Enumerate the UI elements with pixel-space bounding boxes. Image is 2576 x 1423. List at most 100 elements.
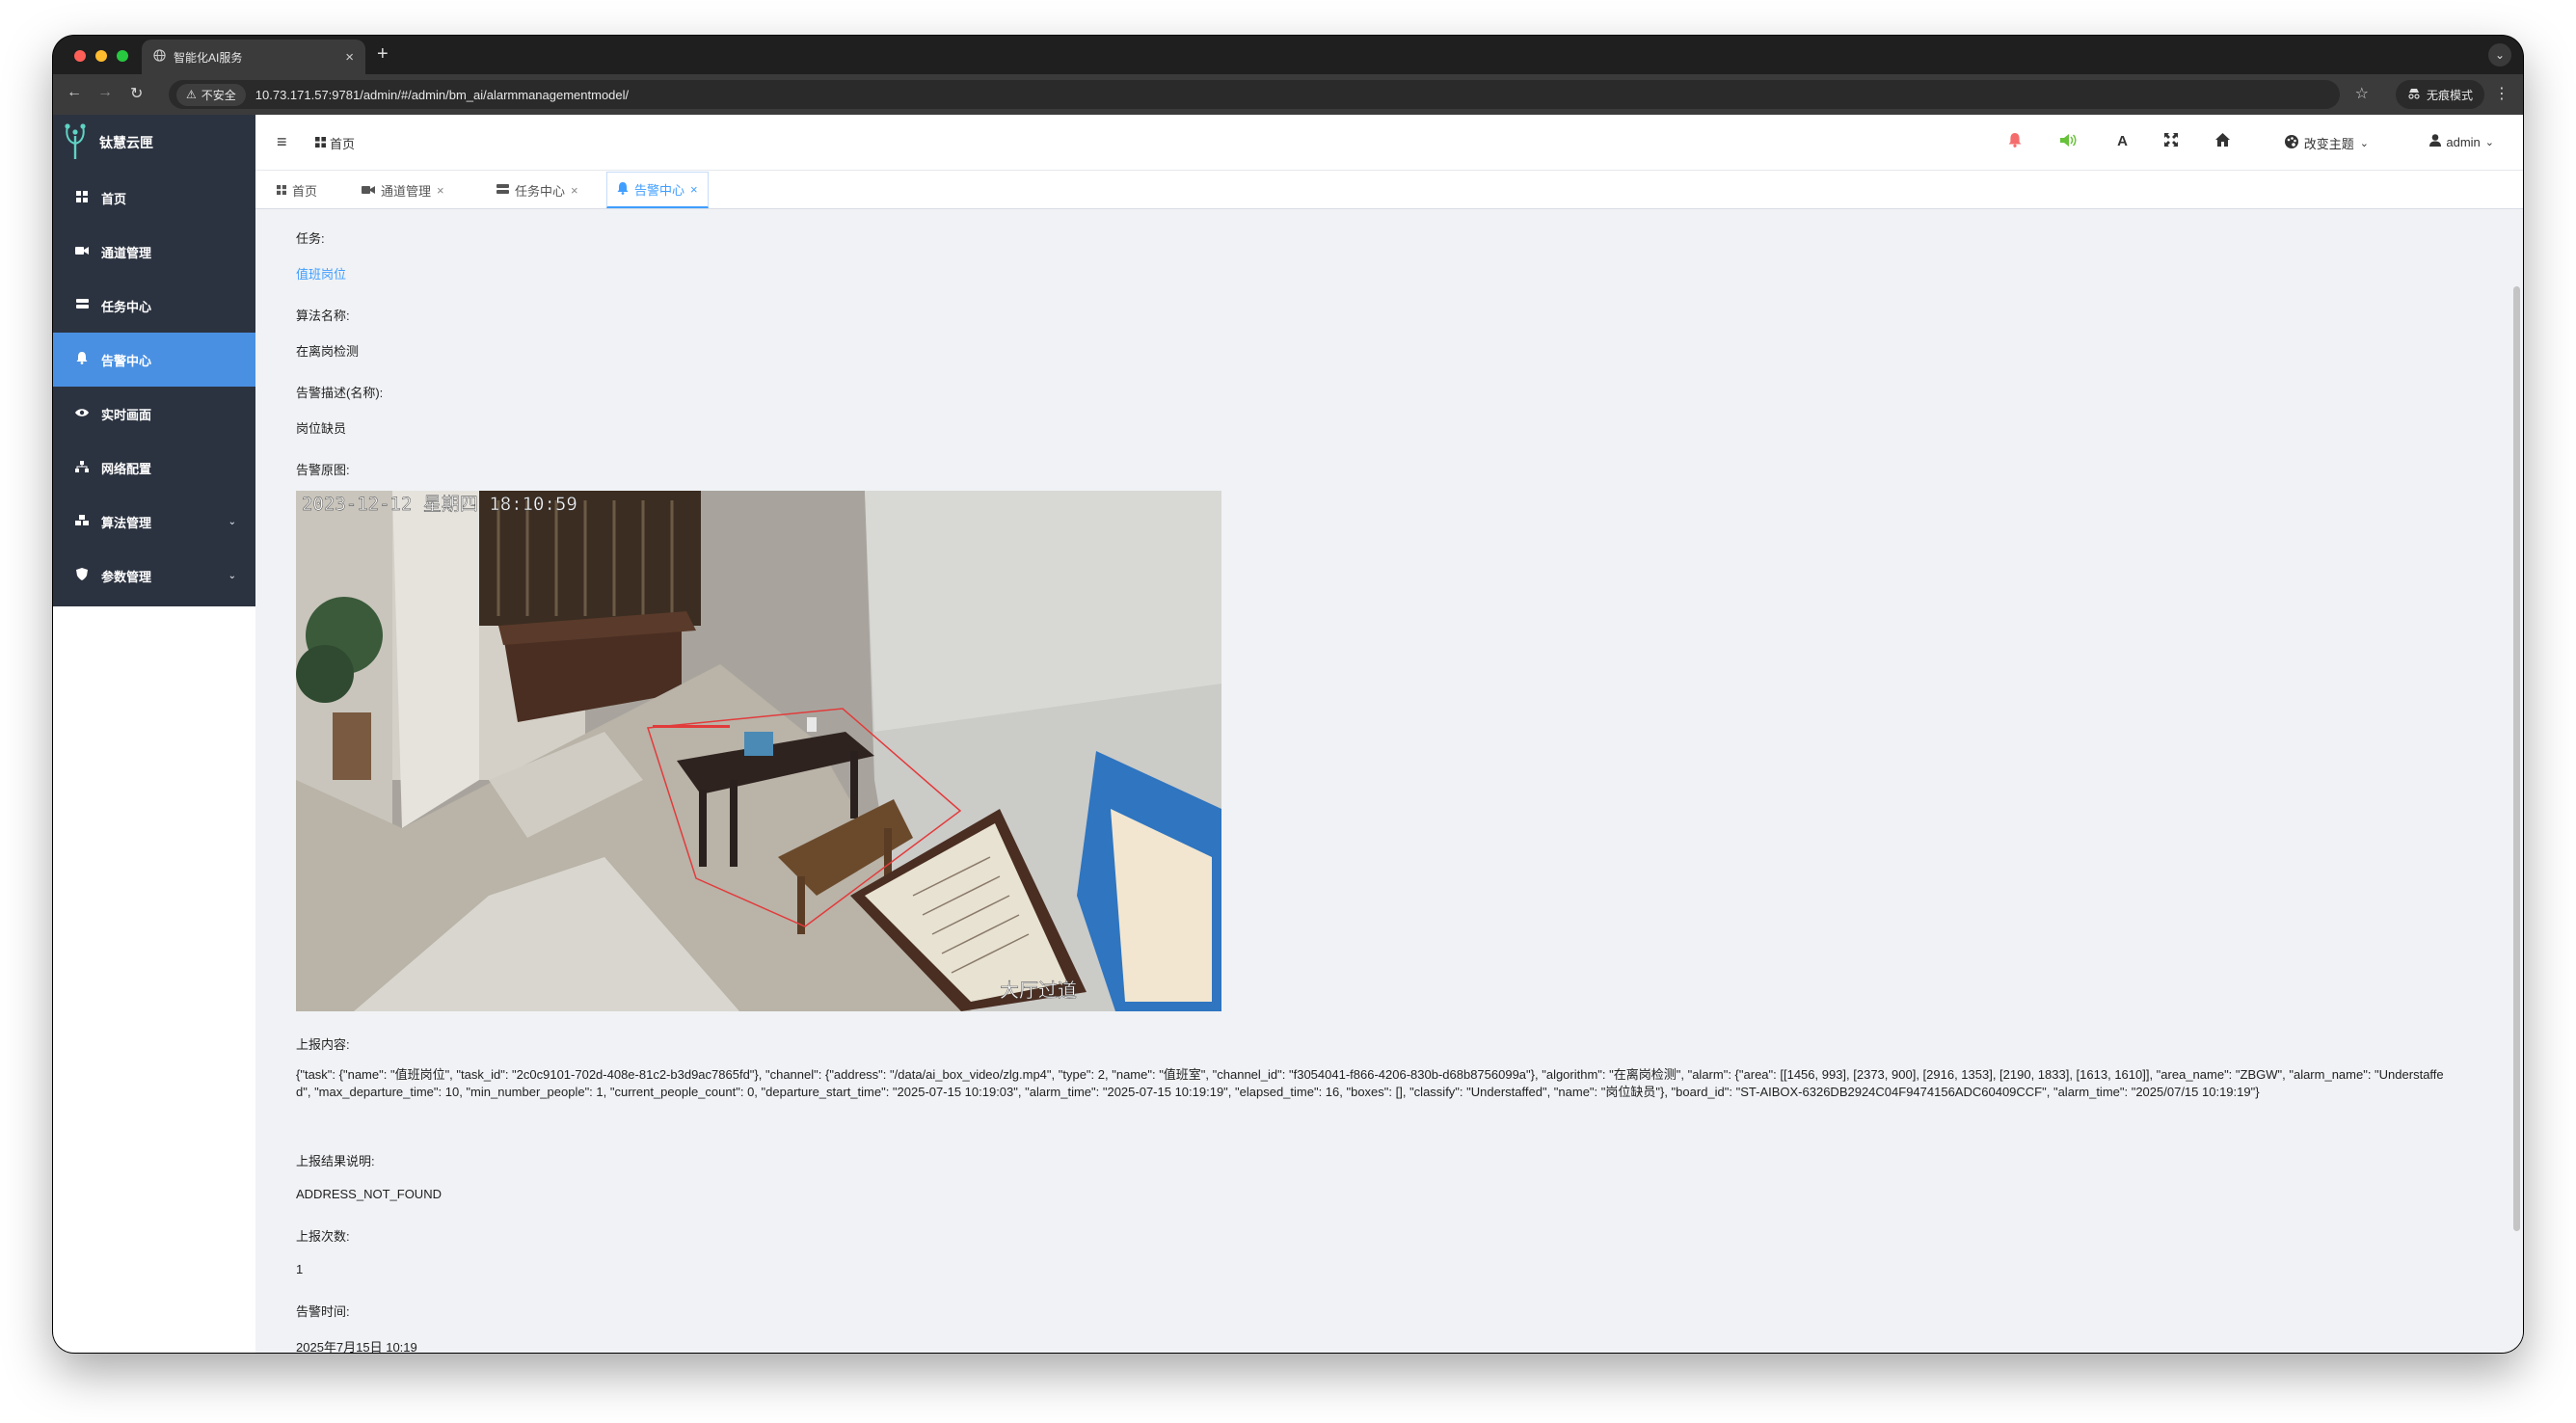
- reload-icon[interactable]: ↻: [130, 84, 143, 103]
- sidebar-item-alarms[interactable]: 告警中心: [53, 333, 255, 387]
- tab-label: 通道管理: [381, 183, 432, 199]
- sidebar-item-tasks[interactable]: 任务中心: [53, 279, 255, 333]
- alarm-time-value: 2025年7月15日 10:19: [296, 1340, 417, 1353]
- sidebar-item-home[interactable]: 首页: [53, 171, 255, 225]
- bookmark-star-icon[interactable]: ☆: [2355, 84, 2369, 103]
- image-field: 告警原图:: [296, 460, 350, 478]
- warning-icon: ⚠: [186, 88, 197, 101]
- home-icon[interactable]: [2215, 133, 2230, 150]
- brand[interactable]: 钛慧云匣: [53, 115, 255, 171]
- app-root: 钛慧云匣 首页 通道管理 任务中心 告警中心 实时画面 网络配置 算法管理 ⌄ …: [53, 115, 2523, 1353]
- maximize-window-button[interactable]: [117, 50, 128, 62]
- sidebar-item-channels[interactable]: 通道管理: [53, 225, 255, 279]
- logo-icon: [61, 122, 90, 164]
- alarm-detail: 任务: 值班岗位 算法名称: 在离岗检测 告警描述(名称): 岗位缺员 告警原图…: [255, 209, 2523, 1353]
- sidebar: 钛慧云匣 首页 通道管理 任务中心 告警中心 实时画面 网络配置 算法管理 ⌄ …: [53, 115, 255, 1353]
- report-content: {"task": {"name": "值班岗位", "task_id": "2c…: [296, 1067, 2444, 1099]
- grid-icon: [277, 183, 286, 198]
- theme-label: 改变主题: [2303, 137, 2354, 151]
- tab-tasks[interactable]: 任务中心 ×: [487, 172, 588, 208]
- chevron-down-icon: ⌄: [228, 570, 236, 581]
- minimize-window-button[interactable]: [95, 50, 107, 62]
- fullscreen-icon[interactable]: [2164, 133, 2178, 150]
- user-menu[interactable]: admin ⌄: [2429, 134, 2494, 149]
- report-field: 上报内容: {"task": {"name": "值班岗位", "task_id…: [296, 1034, 2455, 1101]
- address-bar[interactable]: ⚠ 不安全 10.73.171.57:9781/admin/#/admin/bm…: [169, 80, 2340, 109]
- breadcrumb[interactable]: 首页: [315, 134, 355, 152]
- task-link[interactable]: 值班岗位: [296, 264, 346, 282]
- close-window-button[interactable]: [74, 50, 86, 62]
- description-label: 告警描述(名称):: [296, 386, 384, 400]
- page-tabs: 首页 通道管理 × 任务中心 × 告警中心 ×: [255, 171, 2523, 209]
- result-label: 上报结果说明:: [296, 1154, 375, 1168]
- task-label: 任务:: [296, 231, 325, 246]
- incognito-indicator[interactable]: 无痕模式: [2395, 80, 2484, 109]
- sidebar-item-network[interactable]: 网络配置: [53, 441, 255, 495]
- server-icon: [74, 299, 90, 312]
- algorithm-label: 算法名称:: [296, 309, 350, 323]
- close-tab-icon[interactable]: ×: [571, 183, 578, 198]
- image-timestamp: 2023-12-12 星期四 18:10:59: [302, 494, 577, 515]
- image-caption: 大厅过道: [1000, 979, 1077, 1002]
- globe-icon: [153, 49, 166, 65]
- theme-switcher[interactable]: 改变主题 ⌄: [2284, 134, 2369, 152]
- tab-home[interactable]: 首页: [267, 172, 327, 208]
- result-value: ADDRESS_NOT_FOUND: [296, 1187, 442, 1201]
- insecure-label: 不安全: [201, 88, 236, 102]
- brand-name: 钛慧云匣: [99, 135, 153, 150]
- alarm-time-field: 告警时间: 2025年7月15日 10:19: [296, 1302, 417, 1353]
- bell-icon: [617, 181, 629, 198]
- alarm-time-label: 告警时间:: [296, 1304, 350, 1319]
- tab-alarms[interactable]: 告警中心 ×: [606, 172, 709, 208]
- close-tab-icon[interactable]: ×: [345, 49, 354, 66]
- url-text[interactable]: 10.73.171.57:9781/admin/#/admin/bm_ai/al…: [255, 88, 629, 102]
- algorithm-field: 算法名称: 在离岗检测: [296, 306, 359, 360]
- alarm-image[interactable]: 2023-12-12 星期四 18:10:59 大厅过道: [296, 491, 1221, 1011]
- content-scrollbar[interactable]: [2513, 286, 2520, 1231]
- camera-icon: [74, 245, 90, 258]
- sidebar-item-label: 实时画面: [101, 407, 152, 422]
- sidebar-item-label: 网络配置: [101, 461, 152, 476]
- sidebar-item-label: 首页: [101, 191, 127, 206]
- camera-icon: [362, 183, 375, 198]
- app-header: ≡ 首页 A 改变主题 ⌄ admin ⌄: [255, 115, 2523, 171]
- forward-arrow-icon[interactable]: →: [97, 84, 113, 101]
- sidebar-item-algorithms[interactable]: 算法管理 ⌄: [53, 495, 255, 549]
- shield-icon: [74, 568, 90, 583]
- close-tab-icon[interactable]: ×: [437, 183, 444, 198]
- sidebar-blank-area: [53, 606, 255, 1353]
- close-tab-icon[interactable]: ×: [690, 182, 698, 197]
- incognito-icon: [2407, 88, 2421, 102]
- eye-icon: [74, 407, 90, 420]
- server-icon: [496, 183, 509, 198]
- grid-icon: [74, 190, 90, 205]
- sidebar-item-label: 告警中心: [101, 353, 152, 368]
- task-field: 任务: 值班岗位: [296, 228, 346, 282]
- cubes-icon: [74, 514, 90, 529]
- volume-icon[interactable]: [2060, 133, 2078, 151]
- security-indicator[interactable]: ⚠ 不安全: [176, 83, 246, 106]
- sidebar-item-live-view[interactable]: 实时画面: [53, 387, 255, 441]
- font-size-icon[interactable]: A: [2117, 133, 2128, 149]
- chevron-down-icon: ⌄: [228, 516, 236, 527]
- sidebar-item-label: 通道管理: [101, 245, 152, 260]
- username: admin: [2446, 134, 2481, 149]
- description-field: 告警描述(名称): 岗位缺员: [296, 383, 383, 437]
- sidebar-item-parameters[interactable]: 参数管理 ⌄: [53, 549, 255, 603]
- breadcrumb-label: 首页: [330, 137, 356, 151]
- report-count-label: 上报次数:: [296, 1229, 350, 1244]
- browser-tabbar: 智能化AI服务 × + ⌄: [53, 36, 2523, 74]
- back-arrow-icon[interactable]: ←: [67, 84, 82, 101]
- bell-icon: [74, 352, 90, 367]
- new-tab-button[interactable]: +: [377, 43, 389, 66]
- alarm-bell-icon[interactable]: [2008, 133, 2022, 151]
- tab-label: 首页: [292, 183, 318, 199]
- menu-toggle-icon[interactable]: ≡: [277, 132, 287, 152]
- tab-search-chevron-icon[interactable]: ⌄: [2488, 43, 2511, 67]
- tab-channels[interactable]: 通道管理 ×: [352, 172, 454, 208]
- browser-tab[interactable]: 智能化AI服务 ×: [142, 40, 365, 74]
- browser-menu-icon[interactable]: ⋮: [2494, 84, 2509, 103]
- network-icon: [74, 460, 90, 475]
- sidebar-item-label: 算法管理: [101, 515, 152, 530]
- description-value: 岗位缺员: [296, 421, 347, 436]
